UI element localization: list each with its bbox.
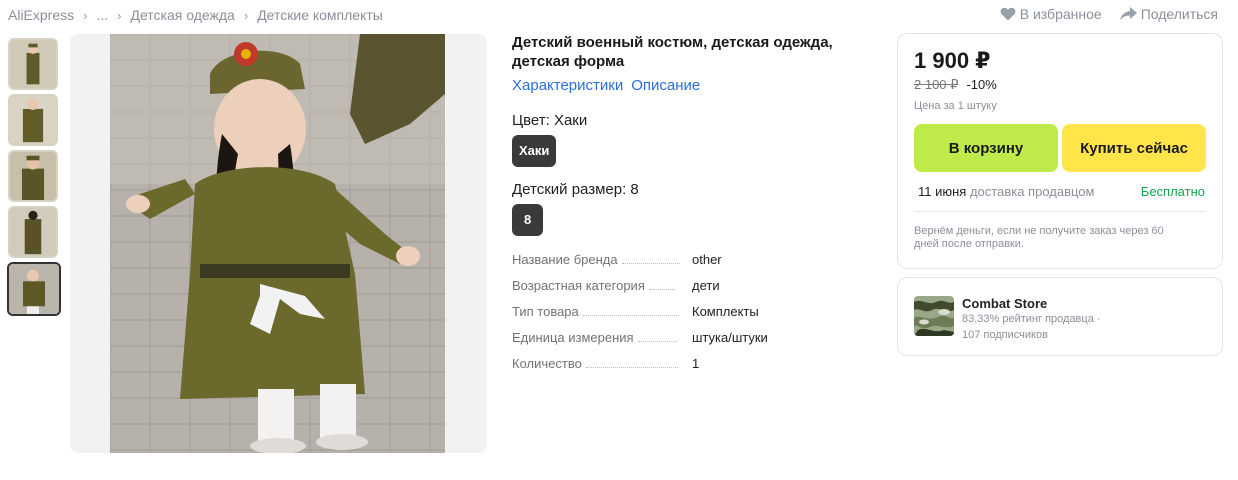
product-title: Детский военный костюм, детская одежда, … xyxy=(512,34,833,70)
thumbnail-2[interactable] xyxy=(8,94,58,146)
thumbnail-list xyxy=(7,38,62,320)
size-option-8[interactable]: 8 xyxy=(512,204,544,236)
spec-leader-dots xyxy=(582,315,679,316)
current-price: 1 900 ₽ xyxy=(914,48,991,73)
product-section-links: Характеристики Описание xyxy=(512,77,872,94)
discount-badge: -10% xyxy=(966,77,997,92)
spec-key: Тип товара xyxy=(512,304,579,319)
old-price-row: 2 100 ₽ -10% xyxy=(914,77,1206,93)
store-rating-text: 83,33% рейтинг продавца xyxy=(962,313,1094,325)
spec-row: Единица измерения штука/штуки xyxy=(512,330,872,356)
favorite-button[interactable]: В избранное xyxy=(1000,6,1102,22)
share-arrow-icon xyxy=(1119,7,1137,21)
color-label: Цвет: Хаки xyxy=(512,112,588,129)
thumbnail-3[interactable] xyxy=(8,150,58,202)
spec-leader-dots xyxy=(648,289,675,290)
characteristics-link[interactable]: Характеристики xyxy=(512,77,623,94)
breadcrumb-kids-sets[interactable]: Детские комплекты xyxy=(257,7,383,23)
buy-now-button[interactable]: Купить сейчас xyxy=(1062,124,1206,172)
child-military-costume-photo xyxy=(110,34,445,453)
unit-price-note: Цена за 1 штуку xyxy=(914,100,997,112)
thumbnail-1[interactable] xyxy=(8,38,58,90)
spec-row: Количество 1 xyxy=(512,356,872,382)
favorite-label: В избранное xyxy=(1019,6,1102,22)
separator-dot: · xyxy=(1093,313,1101,325)
delivery-date: 11 июня xyxy=(918,184,967,199)
thumbnail-4[interactable] xyxy=(8,206,58,258)
spec-leader-dots xyxy=(621,263,680,264)
breadcrumb-aliexpress[interactable]: AliExpress xyxy=(8,7,74,23)
heart-icon xyxy=(1000,7,1016,21)
spec-row: Возрастная категория дети xyxy=(512,278,872,304)
spec-key: Название бренда xyxy=(512,252,618,267)
store-name[interactable]: Combat Store xyxy=(962,296,1101,311)
store-rating: 83,33% рейтинг продавца · xyxy=(962,311,1101,327)
spec-key: Количество xyxy=(512,356,582,371)
delivery-row: 11 июня доставка продавцом Бесплатно xyxy=(914,184,1206,199)
product-info: Детский военный костюм, детская одежда, … xyxy=(512,33,872,382)
spec-value: штука/штуки xyxy=(692,330,768,345)
chevron-right-icon: › xyxy=(117,7,122,23)
spec-row: Тип товара Комплекты xyxy=(512,304,872,330)
spec-value: 1 xyxy=(692,356,700,371)
money-back-guarantee: Вернём деньги, если не получите заказ че… xyxy=(914,225,1164,250)
specs-list: Название бренда other Возрастная категор… xyxy=(512,252,872,382)
purchase-buttons: В корзину Купить сейчас xyxy=(914,124,1206,172)
chevron-right-icon: › xyxy=(83,7,88,23)
store-card[interactable]: Combat Store 83,33% рейтинг продавца · 1… xyxy=(897,277,1223,356)
spec-leader-dots xyxy=(637,341,676,342)
divider xyxy=(914,211,1206,212)
description-link[interactable]: Описание xyxy=(631,77,700,94)
store-logo[interactable] xyxy=(914,296,954,336)
delivery-method: доставка продавцом xyxy=(969,184,1095,199)
store-followers: 107 подписчиков xyxy=(962,329,1048,341)
breadcrumb-ellipsis[interactable]: ... xyxy=(96,7,108,23)
spec-key: Возрастная категория xyxy=(512,278,645,293)
size-label: Детский размер: 8 xyxy=(512,181,639,198)
share-label: Поделиться xyxy=(1140,6,1218,22)
thumbnail-5-active[interactable] xyxy=(7,262,61,316)
chevron-right-icon: › xyxy=(243,7,249,23)
share-button[interactable]: Поделиться xyxy=(1119,6,1218,22)
breadcrumb-kids-clothing[interactable]: Детская одежда xyxy=(131,7,235,23)
spec-key: Единица измерения xyxy=(512,330,634,345)
spec-value: дети xyxy=(692,278,720,293)
old-price: 2 100 ₽ xyxy=(914,77,959,92)
spec-value: Комплекты xyxy=(692,304,759,319)
top-actions: В избранное Поделиться xyxy=(1000,6,1218,22)
breadcrumb: AliExpress › ... › Детская одежда › Детс… xyxy=(8,6,383,24)
add-to-cart-button[interactable]: В корзину xyxy=(914,124,1058,172)
spec-value: other xyxy=(692,252,722,267)
buy-box: 1 900 ₽ 2 100 ₽ -10% Цена за 1 штуку В к… xyxy=(897,33,1223,269)
spec-leader-dots xyxy=(585,367,678,368)
delivery-price: Бесплатно xyxy=(1140,184,1205,199)
main-product-photo[interactable] xyxy=(70,34,487,453)
spec-row: Название бренда other xyxy=(512,252,872,278)
color-option-khaki[interactable]: Хаки xyxy=(512,135,557,167)
